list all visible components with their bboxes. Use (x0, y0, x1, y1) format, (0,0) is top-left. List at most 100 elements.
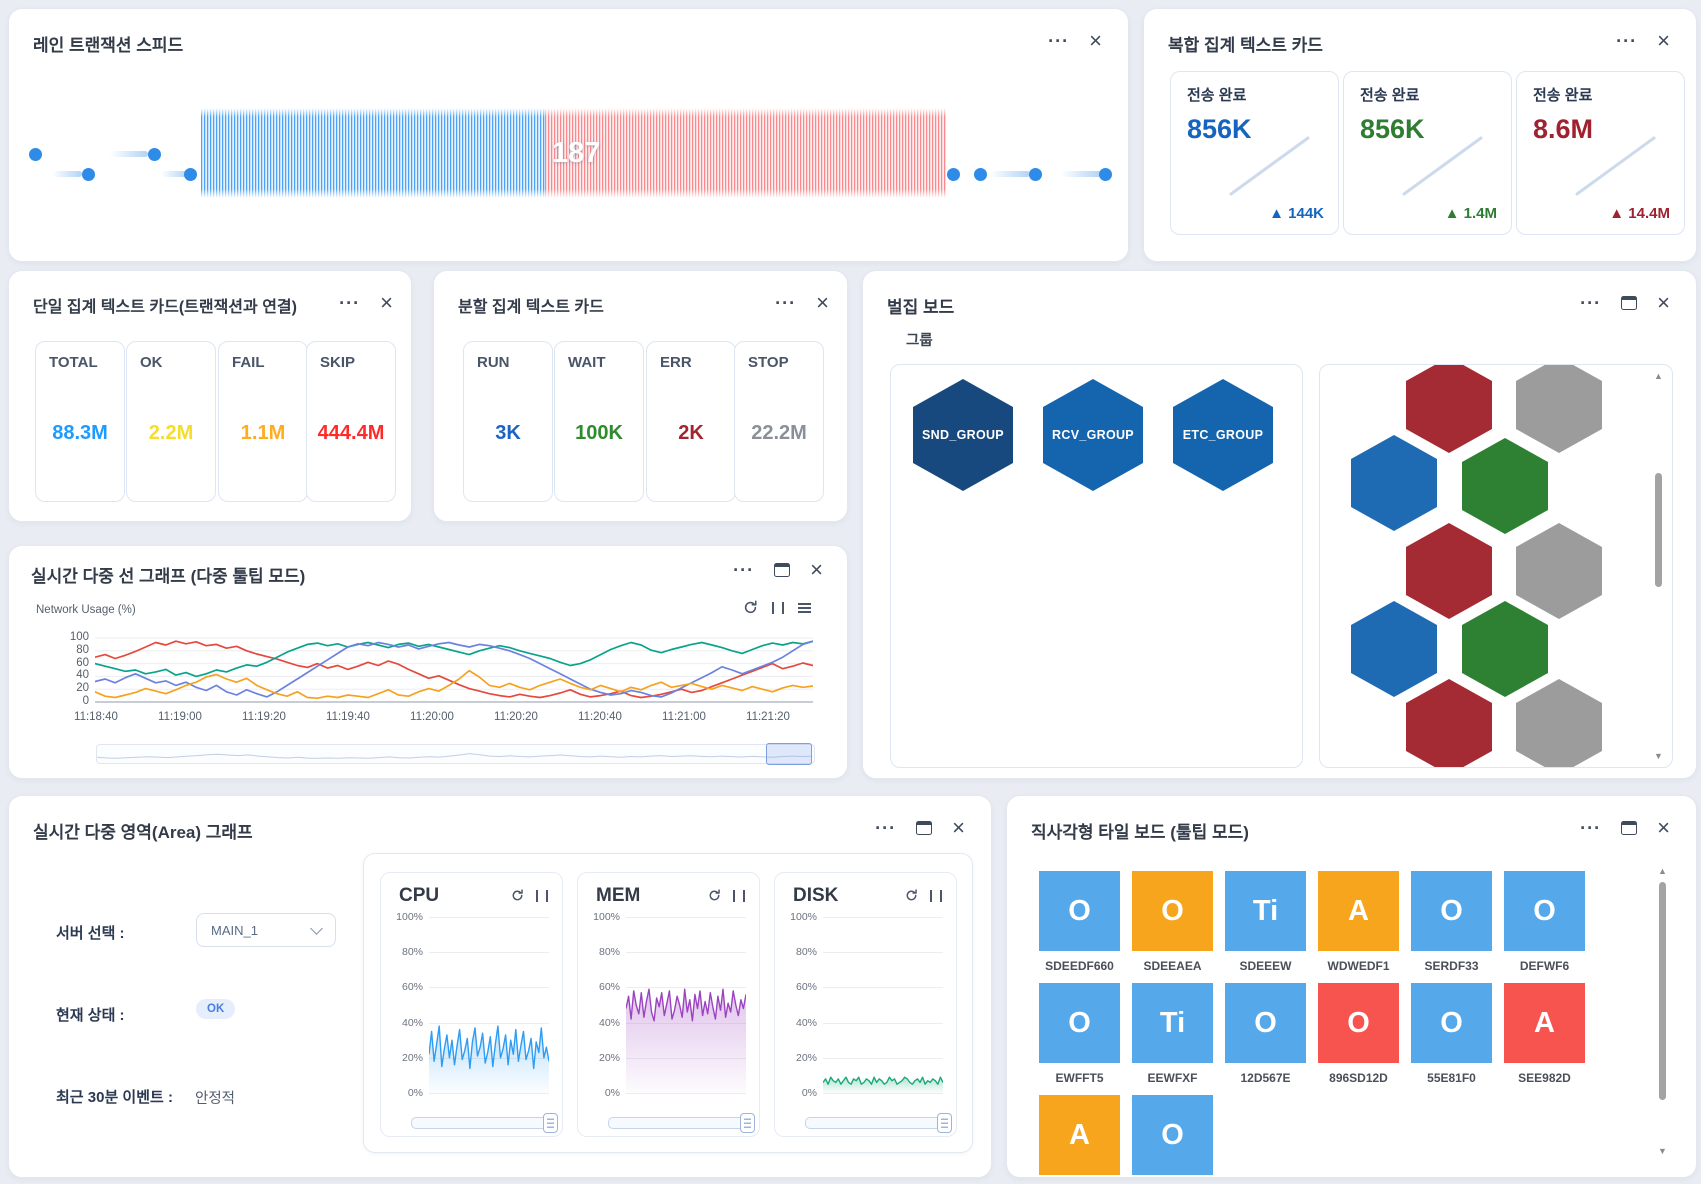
tile[interactable]: O (1225, 983, 1306, 1063)
cpu-area-chart[interactable] (429, 917, 549, 1093)
stat-card[interactable]: ERR 2K (646, 341, 736, 502)
refresh-icon[interactable] (708, 889, 721, 902)
stat-card[interactable]: FAIL 1.1M (218, 341, 308, 502)
close-icon[interactable]: × (1657, 820, 1670, 836)
composite-card[interactable]: 전송 완료 856K ▲ 144K (1170, 71, 1339, 235)
more-options-icon[interactable]: ··· (1616, 34, 1637, 48)
refresh-icon[interactable] (743, 600, 758, 615)
tile[interactable]: O (1411, 983, 1492, 1063)
scrollbar-thumb[interactable] (1659, 882, 1666, 1100)
more-options-icon[interactable]: ··· (733, 563, 754, 577)
server-select[interactable]: MAIN_1 (196, 913, 336, 947)
scrollbar-handle[interactable] (740, 1113, 755, 1133)
cpu-chart-card: CPU 100%80%60%40%20%0% (380, 872, 563, 1137)
tile-letter: O (1440, 895, 1463, 928)
hex-cell-red[interactable] (1406, 523, 1492, 619)
x-tick-label: 11:20:20 (474, 711, 558, 723)
y-tick-label: 0 (55, 695, 89, 707)
stat-card[interactable]: RUN 3K (463, 341, 553, 502)
pause-icon[interactable] (772, 602, 784, 614)
window-icon[interactable] (1621, 296, 1637, 310)
refresh-icon[interactable] (905, 889, 918, 902)
more-options-icon[interactable]: ··· (1580, 296, 1601, 310)
scrollbar-handle[interactable] (937, 1113, 952, 1133)
hex-cell-green[interactable] (1462, 438, 1548, 534)
tile[interactable]: Ti (1132, 983, 1213, 1063)
tile[interactable]: Ti (1225, 871, 1306, 951)
pause-icon[interactable] (536, 890, 548, 902)
group-hexagon[interactable]: RCV_GROUP (1043, 379, 1143, 491)
y-tick-label: 80 (55, 644, 89, 656)
tile[interactable]: O (1039, 983, 1120, 1063)
tile[interactable]: A (1039, 1095, 1120, 1175)
chart-brush-track[interactable] (96, 744, 815, 764)
tile[interactable]: O (1318, 983, 1399, 1063)
composite-card[interactable]: 전송 완료 8.6M ▲ 14.4M (1516, 71, 1685, 235)
pause-icon[interactable] (733, 890, 745, 902)
group-hexagon[interactable]: SND_GROUP (913, 379, 1013, 491)
chart-scrollbar[interactable] (411, 1117, 556, 1129)
scroll-down-icon[interactable]: ▼ (1653, 751, 1664, 761)
close-icon[interactable]: × (810, 562, 823, 578)
brush-selection-handle[interactable] (766, 743, 812, 765)
tile[interactable]: O (1039, 871, 1120, 951)
close-icon[interactable]: × (1089, 33, 1102, 49)
scrollbar[interactable]: ▲ ▼ (1653, 369, 1664, 763)
stat-card[interactable]: STOP 22.2M (734, 341, 824, 502)
tile[interactable]: O (1132, 871, 1213, 951)
tile-letter: A (1348, 895, 1369, 928)
pause-icon[interactable] (930, 890, 942, 902)
hex-cell-red[interactable] (1406, 679, 1492, 768)
more-options-icon[interactable]: ··· (339, 296, 360, 310)
scrollbar-handle[interactable] (543, 1113, 558, 1133)
hex-cell-blue[interactable] (1351, 601, 1437, 697)
group-hexagon[interactable]: ETC_GROUP (1173, 379, 1273, 491)
hex-cell-green[interactable] (1462, 601, 1548, 697)
tile[interactable]: A (1318, 871, 1399, 951)
hex-cell-gray[interactable] (1516, 523, 1602, 619)
close-icon[interactable]: × (952, 820, 965, 836)
scrollbar[interactable]: ▲ ▼ (1657, 866, 1668, 1166)
network-usage-chart[interactable] (95, 636, 813, 704)
stat-card[interactable]: WAIT 100K (554, 341, 644, 502)
scroll-down-icon[interactable]: ▼ (1657, 1146, 1668, 1156)
close-icon[interactable]: × (816, 295, 829, 311)
window-icon[interactable] (774, 563, 790, 577)
tile[interactable]: O (1411, 871, 1492, 951)
mem-area-chart[interactable] (626, 917, 746, 1093)
scroll-up-icon[interactable]: ▲ (1653, 371, 1664, 381)
close-icon[interactable]: × (1657, 295, 1670, 311)
more-options-icon[interactable]: ··· (775, 296, 796, 310)
hex-cell-blue[interactable] (1351, 435, 1437, 531)
tile-letter: O (1440, 1007, 1463, 1040)
chart-scrollbar[interactable] (805, 1117, 950, 1129)
chart-scrollbar[interactable] (608, 1117, 753, 1129)
tile[interactable]: O (1132, 1095, 1213, 1175)
composite-card[interactable]: 전송 완료 856K ▲ 1.4M (1343, 71, 1512, 235)
window-icon[interactable] (1621, 821, 1637, 835)
disk-area-chart[interactable] (823, 917, 943, 1093)
y-tick-label: 20% (381, 1052, 423, 1064)
x-tick-label: 11:19:20 (222, 711, 306, 723)
hex-cell-gray[interactable] (1516, 679, 1602, 768)
more-options-icon[interactable]: ··· (1580, 821, 1601, 835)
more-options-icon[interactable]: ··· (875, 821, 896, 835)
stat-card[interactable]: SKIP 444.4M (306, 341, 396, 502)
legend-list-icon[interactable] (798, 603, 811, 613)
tile[interactable]: A (1504, 983, 1585, 1063)
close-icon[interactable]: × (1657, 33, 1670, 49)
refresh-icon[interactable] (511, 889, 524, 902)
stat-card[interactable]: TOTAL 88.3M (35, 341, 125, 502)
recent-events-label: 최근 30분 이벤트 : (56, 1086, 173, 1107)
scrollbar-thumb[interactable] (1655, 473, 1662, 587)
hex-cell-gray[interactable] (1516, 364, 1602, 453)
y-tick-label: 40 (55, 669, 89, 681)
hex-cell-red[interactable] (1406, 364, 1492, 453)
stat-card[interactable]: OK 2.2M (126, 341, 216, 502)
close-icon[interactable]: × (380, 295, 393, 311)
window-icon[interactable] (916, 821, 932, 835)
rain-trail (990, 171, 1030, 177)
scroll-up-icon[interactable]: ▲ (1657, 866, 1668, 876)
more-options-icon[interactable]: ··· (1048, 34, 1069, 48)
tile[interactable]: O (1504, 871, 1585, 951)
